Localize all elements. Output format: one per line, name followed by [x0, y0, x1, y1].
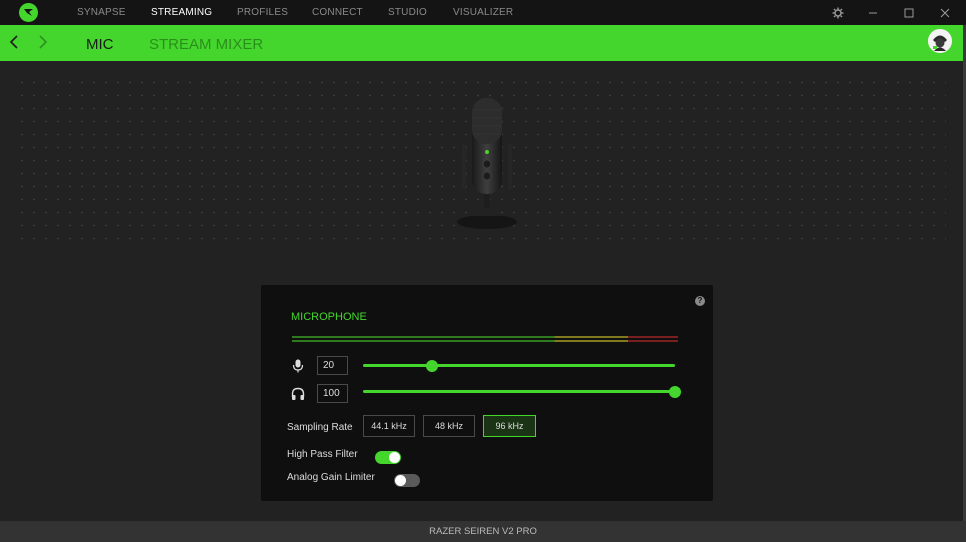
- headphone-volume-slider-thumb[interactable]: [669, 386, 681, 398]
- device-status-bar: RAZER SEIREN V2 PRO: [0, 521, 966, 542]
- nav-streaming[interactable]: STREAMING: [151, 7, 212, 18]
- microphone-icon: [291, 359, 305, 373]
- nav-synapse[interactable]: SYNAPSE: [77, 7, 126, 18]
- microphone-panel: ? MICROPHONE 20 100 Sampling Rate 44.1 k…: [261, 285, 713, 501]
- forward-arrow-icon[interactable]: [37, 34, 49, 53]
- high-pass-filter-toggle[interactable]: [375, 451, 401, 464]
- maximize-icon[interactable]: [902, 6, 916, 20]
- mic-gain-slider[interactable]: [363, 364, 675, 367]
- analog-gain-limiter-label: Analog Gain Limiter: [287, 472, 375, 483]
- rate-44-1-khz-button[interactable]: 44.1 kHz: [363, 415, 415, 437]
- high-pass-filter-label: High Pass Filter: [287, 449, 358, 460]
- headphone-volume-slider[interactable]: [363, 390, 675, 393]
- rate-48-khz-button[interactable]: 48 kHz: [423, 415, 475, 437]
- title-bar: SYNAPSE STREAMING PROFILES CONNECT STUDI…: [0, 0, 966, 25]
- panel-title: MICROPHONE: [291, 311, 367, 323]
- avatar[interactable]: [928, 29, 952, 53]
- nav-profiles[interactable]: PROFILES: [237, 7, 288, 18]
- nav-connect[interactable]: CONNECT: [312, 7, 363, 18]
- sub-nav-bar: MIC STREAM MIXER: [0, 25, 963, 61]
- close-icon[interactable]: [938, 6, 952, 20]
- rate-96-khz-button[interactable]: 96 kHz: [483, 415, 536, 437]
- mic-gain-slider-thumb[interactable]: [425, 360, 438, 372]
- razer-logo-icon[interactable]: [19, 3, 38, 22]
- help-icon[interactable]: ?: [695, 296, 705, 306]
- gear-icon[interactable]: [831, 6, 845, 20]
- analog-gain-limiter-toggle[interactable]: [394, 474, 420, 487]
- back-arrow-icon[interactable]: [8, 34, 20, 53]
- headphone-volume-value[interactable]: 100: [317, 384, 348, 403]
- tab-stream-mixer[interactable]: STREAM MIXER: [149, 36, 263, 53]
- nav-studio[interactable]: STUDIO: [388, 7, 427, 18]
- headphones-icon: [291, 387, 305, 401]
- mic-gain-value[interactable]: 20: [317, 356, 348, 375]
- nav-visualizer[interactable]: VISUALIZER: [453, 7, 513, 18]
- tab-mic[interactable]: MIC: [86, 36, 114, 53]
- sampling-rate-label: Sampling Rate: [287, 422, 353, 433]
- level-meter: [292, 336, 678, 342]
- microphone-device-image: [455, 96, 519, 232]
- minimize-icon[interactable]: [866, 6, 880, 20]
